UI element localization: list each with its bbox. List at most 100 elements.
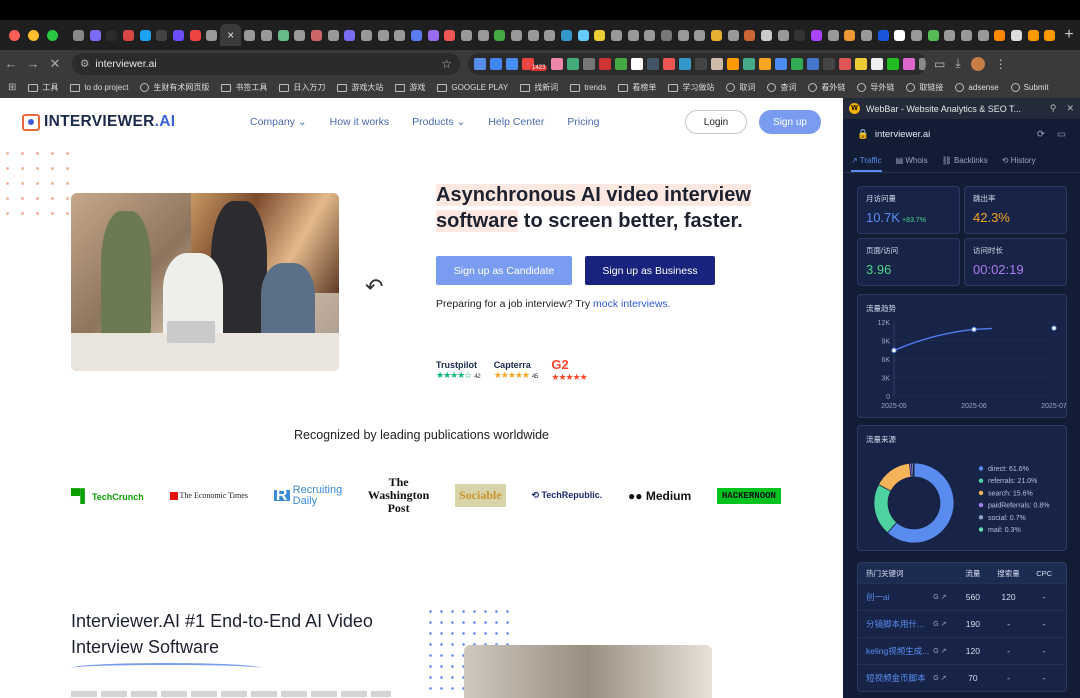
extension-icon[interactable] — [823, 57, 836, 70]
bookmark-item[interactable]: 取词 — [726, 82, 755, 93]
bookmark-item[interactable]: trends — [570, 83, 606, 92]
browser-tab[interactable] — [1025, 24, 1042, 46]
extension-icon[interactable] — [743, 57, 756, 70]
keyword-text[interactable]: 创一ai — [866, 591, 933, 603]
browser-tab[interactable] — [725, 24, 742, 46]
bookmark-item[interactable]: to do project — [70, 83, 128, 92]
browser-tab[interactable] — [541, 24, 558, 46]
extension-icon[interactable] — [567, 57, 580, 70]
bookmark-item[interactable]: 取链接 — [906, 82, 943, 93]
active-tab[interactable]: × — [220, 24, 242, 46]
browser-tab[interactable] — [375, 24, 392, 46]
browser-tab[interactable] — [942, 24, 959, 46]
browser-tab[interactable] — [170, 24, 187, 46]
browser-tab[interactable] — [120, 24, 137, 46]
bookmark-item[interactable]: 看榜单 — [618, 82, 656, 93]
browser-tab[interactable] — [408, 24, 425, 46]
browser-tab[interactable] — [958, 24, 975, 46]
browser-tab[interactable] — [70, 24, 87, 46]
capterra-rating[interactable]: Capterra ★★★★★ 4.5 — [494, 360, 539, 381]
g2-rating[interactable]: G2 ★★★★★ — [551, 357, 587, 383]
browser-tab[interactable] — [708, 24, 725, 46]
download-icon[interactable]: ⤓ — [955, 56, 960, 71]
apps-grid-icon[interactable]: ⊞ — [8, 82, 16, 93]
browser-tab[interactable] — [842, 24, 859, 46]
site-info-icon[interactable]: ⚙ — [80, 58, 89, 70]
bookmark-item[interactable]: GOOGLE PLAY — [437, 83, 508, 92]
browser-tab[interactable] — [875, 24, 892, 46]
browser-tab[interactable] — [608, 24, 625, 46]
nav-how-it-works[interactable]: How it works — [330, 116, 390, 128]
forward-icon[interactable]: → — [22, 56, 44, 71]
google-trend-icons[interactable]: G ↗ — [933, 674, 959, 682]
tab-traffic[interactable]: ↗ Traffic — [851, 156, 882, 172]
keyword-row[interactable]: 分镜脚本用什... G ↗ 190 - - — [858, 610, 1066, 637]
browser-tab[interactable] — [241, 24, 258, 46]
browser-tab[interactable] — [642, 24, 659, 46]
bookmark-item[interactable]: 游戏大站 — [337, 82, 383, 93]
browser-tab[interactable] — [325, 24, 342, 46]
browser-tab[interactable] — [153, 24, 170, 46]
extension-icon[interactable] — [583, 57, 596, 70]
browser-tab[interactable] — [491, 24, 508, 46]
extension-icon[interactable] — [839, 57, 852, 70]
nav-pricing[interactable]: Pricing — [567, 116, 599, 128]
browser-tab[interactable] — [975, 24, 992, 46]
open-panel-icon[interactable]: ▭ — [1057, 129, 1066, 140]
google-trend-icons[interactable]: G ↗ — [933, 620, 959, 628]
browser-tab[interactable] — [203, 24, 220, 46]
browser-tab[interactable] — [742, 24, 759, 46]
bookmark-item[interactable]: 生财有术网页版 — [140, 82, 209, 93]
bookmark-item[interactable]: 工具 — [28, 82, 58, 93]
browser-tab[interactable] — [508, 24, 525, 46]
extension-icon[interactable] — [887, 57, 900, 70]
browser-tab[interactable] — [425, 24, 442, 46]
trustpilot-rating[interactable]: Trustpilot ★★★★☆ 4.2 — [436, 360, 481, 381]
extension-icon[interactable] — [647, 57, 660, 70]
bookmark-item[interactable]: 看外链 — [808, 82, 845, 93]
extension-icon[interactable] — [919, 57, 926, 70]
extension-icon[interactable] — [871, 57, 884, 70]
bookmark-item[interactable]: 日入万刀 — [279, 82, 325, 93]
keyword-text[interactable]: 分镜脚本用什... — [866, 618, 933, 630]
google-trend-icons[interactable]: G ↗ — [933, 593, 959, 601]
new-tab-button[interactable]: + — [1058, 26, 1080, 44]
bookmark-item[interactable]: Submit — [1010, 83, 1049, 92]
browser-tab[interactable] — [291, 24, 308, 46]
browser-tab[interactable] — [137, 24, 154, 46]
profile-avatar[interactable] — [970, 56, 985, 71]
keyword-row[interactable]: 短视频金币脚本 G ↗ 70 - - — [858, 664, 1066, 691]
address-bar[interactable]: ⚙ interviewer.ai ☆ — [72, 52, 460, 75]
extension-icon[interactable] — [775, 57, 788, 70]
extension-icon[interactable] — [711, 57, 724, 70]
browser-tab[interactable] — [992, 24, 1009, 46]
extension-icon[interactable] — [791, 57, 804, 70]
browser-tab[interactable] — [808, 24, 825, 46]
extension-icon[interactable] — [903, 57, 916, 70]
browser-tab[interactable] — [258, 24, 275, 46]
browser-tab[interactable] — [825, 24, 842, 46]
extension-icon[interactable] — [474, 57, 486, 70]
browser-tab[interactable] — [308, 24, 325, 46]
login-button[interactable]: Login — [685, 110, 747, 134]
browser-tab[interactable] — [458, 24, 475, 46]
signup-candidate-button[interactable]: Sign up as Candidate — [436, 256, 572, 285]
extension-icon[interactable] — [727, 57, 740, 70]
browser-tab[interactable] — [591, 24, 608, 46]
close-sidebar-icon[interactable]: ✕ — [1066, 103, 1074, 114]
browser-tab[interactable] — [525, 24, 542, 46]
extension-icon[interactable] — [551, 57, 564, 70]
minimize-window-button[interactable] — [28, 29, 39, 41]
bookmark-item[interactable]: 书签工具 — [221, 82, 267, 93]
browser-tab[interactable] — [775, 24, 792, 46]
keyword-text[interactable]: keling视频生成... — [866, 645, 933, 657]
split-view-icon[interactable]: ▭ — [934, 57, 945, 71]
tab-whois[interactable]: ▤ Whois — [896, 156, 928, 165]
stop-loading-icon[interactable]: ✕ — [44, 56, 66, 72]
mock-interviews-link[interactable]: mock interviews. — [593, 298, 671, 310]
browser-tab[interactable] — [475, 24, 492, 46]
extension-icon[interactable] — [759, 57, 772, 70]
browser-tab[interactable] — [558, 24, 575, 46]
extension-icon[interactable] — [679, 57, 692, 70]
browser-tab[interactable] — [792, 24, 809, 46]
